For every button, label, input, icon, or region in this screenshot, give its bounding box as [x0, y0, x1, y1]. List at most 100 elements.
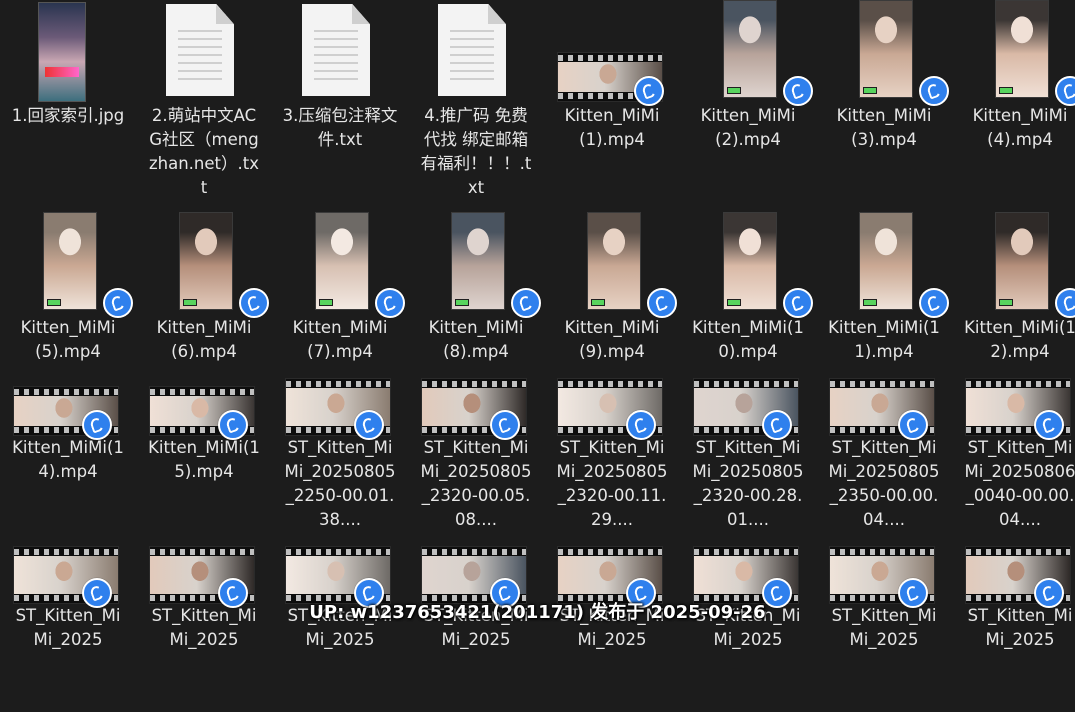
- film-strip: [286, 381, 390, 387]
- text-line: [314, 30, 358, 32]
- file-item[interactable]: ST_Kitten_MiMi_20250805_2320-00.11.29...…: [544, 378, 680, 544]
- video-thumbnail: [451, 212, 505, 310]
- text-document-icon: [166, 4, 234, 96]
- file-name: ST_Kitten_MiMi_2025: [15, 606, 121, 649]
- file-item[interactable]: 3.压缩包注释文件.txt: [272, 0, 408, 200]
- recording-tag: [319, 299, 333, 306]
- file-item[interactable]: 1.回家索引.jpg: [0, 0, 136, 200]
- film-strip: [694, 549, 798, 555]
- recording-tag: [591, 299, 605, 306]
- file-item[interactable]: Kitten_MiMi(12).mp4: [952, 212, 1075, 372]
- file-thumbnail: [136, 0, 272, 100]
- video-thumbnail: [587, 212, 641, 310]
- file-item[interactable]: Kitten_MiMi(10).mp4: [680, 212, 816, 372]
- video-thumbnail: [43, 212, 97, 310]
- file-name: Kitten_MiMi(12).mp4: [964, 318, 1075, 361]
- film-strip: [966, 381, 1070, 387]
- recording-tag: [999, 299, 1013, 306]
- file-item[interactable]: Kitten_MiMi(3).mp4: [816, 0, 952, 200]
- video-thumbnail: [995, 0, 1049, 98]
- text-line: [314, 38, 358, 40]
- file-name: ST_Kitten_MiMi_2025: [151, 606, 257, 649]
- file-item[interactable]: Kitten_MiMi(5).mp4: [0, 212, 136, 372]
- sync-status-icon: [239, 288, 269, 318]
- file-item[interactable]: Kitten_MiMi(2).mp4: [680, 0, 816, 200]
- file-item[interactable]: 2.萌站中文ACG社区（mengzhan.net）.txt: [136, 0, 272, 200]
- text-line: [450, 70, 494, 72]
- text-line: [314, 46, 358, 48]
- video-thumbnail: [723, 212, 777, 310]
- file-item[interactable]: ST_Kitten_MiMi_20250805_2320-00.28.01...…: [680, 378, 816, 544]
- sync-status-icon: [1055, 76, 1075, 106]
- video-thumbnail: [179, 212, 233, 310]
- file-name: 3.压缩包注释文件.txt: [282, 106, 398, 149]
- file-item[interactable]: 4.推广码 免费代找 绑定邮箱有福利！！！.txt: [408, 0, 544, 200]
- file-item[interactable]: ST_Kitten_MiMi_20250805_2320-00.05.08...…: [408, 378, 544, 544]
- file-item[interactable]: Kitten_MiMi(7).mp4: [272, 212, 408, 372]
- file-item[interactable]: ST_Kitten_MiMi_2025: [0, 546, 136, 712]
- text-document-icon: [302, 4, 370, 96]
- file-thumbnail: [952, 0, 1075, 106]
- film-strip: [830, 381, 934, 387]
- file-name: Kitten_MiMi(6).mp4: [156, 318, 252, 361]
- file-name: Kitten_MiMi(4).mp4: [972, 106, 1068, 149]
- text-line: [314, 70, 358, 72]
- file-item[interactable]: Kitten_MiMi(14).mp4: [0, 378, 136, 544]
- file-thumbnail: [680, 212, 816, 318]
- file-item[interactable]: ST_Kitten_MiMi_2025: [408, 546, 544, 712]
- film-strip: [558, 381, 662, 387]
- file-item[interactable]: Kitten_MiMi(15).mp4: [136, 378, 272, 544]
- file-item[interactable]: ST_Kitten_MiMi_2025: [272, 546, 408, 712]
- file-name: ST_Kitten_MiMi_20250805_2350-00.00.04...…: [828, 438, 940, 529]
- file-name: Kitten_MiMi(15).mp4: [148, 438, 260, 481]
- file-name: 1.回家索引.jpg: [11, 106, 125, 125]
- file-item[interactable]: Kitten_MiMi(4).mp4: [952, 0, 1075, 200]
- file-thumbnail: [816, 0, 952, 106]
- recording-tag: [863, 299, 877, 306]
- file-item[interactable]: Kitten_MiMi(6).mp4: [136, 212, 272, 372]
- file-item[interactable]: Kitten_MiMi(8).mp4: [408, 212, 544, 372]
- text-line: [178, 46, 222, 48]
- file-name: ST_Kitten_MiMi_20250805_2320-00.11.29...…: [556, 438, 668, 529]
- file-thumbnail: [408, 0, 544, 100]
- file-name: Kitten_MiMi(1).mp4: [564, 106, 660, 149]
- sync-status-icon: [919, 76, 949, 106]
- file-item[interactable]: ST_Kitten_MiMi_2025: [816, 546, 952, 712]
- file-item[interactable]: ST_Kitten_MiMi_20250806_0040-00.00.04...…: [952, 378, 1075, 544]
- file-item[interactable]: Kitten_MiMi(11).mp4: [816, 212, 952, 372]
- file-item[interactable]: Kitten_MiMi(1).mp4: [544, 0, 680, 200]
- text-line: [450, 46, 494, 48]
- file-thumbnail: [816, 212, 952, 318]
- file-item[interactable]: ST_Kitten_MiMi_2025: [952, 546, 1075, 712]
- file-item[interactable]: ST_Kitten_MiMi_2025: [544, 546, 680, 712]
- text-line: [450, 30, 494, 32]
- text-line: [178, 70, 222, 72]
- file-name: 4.推广码 免费代找 绑定邮箱有福利！！！.txt: [420, 106, 532, 197]
- text-line: [314, 78, 358, 80]
- file-name: Kitten_MiMi(11).mp4: [828, 318, 940, 361]
- sync-status-icon: [783, 288, 813, 318]
- sync-status-icon: [103, 288, 133, 318]
- file-item[interactable]: ST_Kitten_MiMi_20250805_2350-00.00.04...…: [816, 378, 952, 544]
- file-name: 2.萌站中文ACG社区（mengzhan.net）.txt: [149, 106, 259, 197]
- file-thumbnail: [272, 0, 408, 100]
- recording-tag: [727, 87, 741, 94]
- video-thumbnail: [315, 212, 369, 310]
- sync-status-icon: [919, 288, 949, 318]
- text-line: [178, 38, 222, 40]
- film-strip: [558, 549, 662, 555]
- sync-status-icon: [647, 288, 677, 318]
- sync-status-icon: [634, 76, 664, 106]
- film-strip: [694, 381, 798, 387]
- film-strip: [286, 549, 390, 555]
- file-name: Kitten_MiMi(10).mp4: [692, 318, 804, 361]
- file-item[interactable]: ST_Kitten_MiMi_2025: [136, 546, 272, 712]
- file-item[interactable]: ST_Kitten_MiMi_2025: [680, 546, 816, 712]
- file-thumbnail: [136, 212, 272, 318]
- file-thumbnail: [544, 0, 680, 106]
- file-thumbnail: [408, 212, 544, 318]
- sync-status-icon: [783, 76, 813, 106]
- file-name: Kitten_MiMi(7).mp4: [292, 318, 388, 361]
- file-item[interactable]: ST_Kitten_MiMi_20250805_2250-00.01.38...…: [272, 378, 408, 544]
- file-item[interactable]: Kitten_MiMi(9).mp4: [544, 212, 680, 372]
